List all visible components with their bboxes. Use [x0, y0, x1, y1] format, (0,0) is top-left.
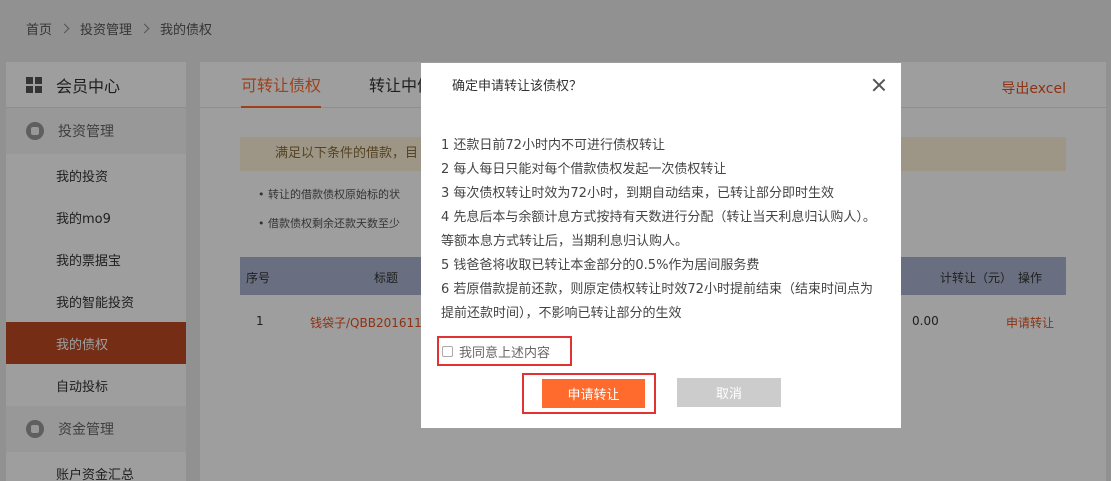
rule-item: 6 若原借款提前还款，则原定债权转让时效72小时提前结束（结束时间点为提前还款时… — [441, 282, 873, 321]
rule-item: 5 钱爸爸将收取已转让本金部分的0.5%作为居间服务费 — [441, 258, 760, 273]
agree-label[interactable]: 我同意上述内容 — [459, 342, 550, 361]
apply-transfer-button[interactable]: 申请转让 — [542, 379, 645, 408]
cancel-button[interactable]: 取消 — [677, 378, 781, 407]
rule-item: 2 每人每日只能对每个借款债权发起一次债权转让 — [441, 162, 727, 177]
close-icon[interactable] — [871, 77, 887, 93]
confirm-transfer-dialog: 确定申请转让该债权？ 1 还款日前72小时内不可进行债权转让 2 每人每日只能对… — [421, 63, 901, 428]
rule-item: 4 先息后本与余额计息方式按持有天数进行分配（转让当天利息归认购人）。等额本息方… — [441, 210, 876, 249]
rule-item: 3 每次债权转让时效为72小时，到期自动结束，已转让部分即时生效 — [441, 186, 834, 201]
agree-checkbox[interactable] — [442, 345, 453, 357]
agree-highlight: 我同意上述内容 — [437, 336, 572, 366]
rules-list: 1 还款日前72小时内不可进行债权转让 2 每人每日只能对每个借款债权发起一次债… — [441, 134, 881, 326]
apply-button-highlight: 申请转让 — [522, 373, 656, 414]
rule-item: 1 还款日前72小时内不可进行债权转让 — [441, 138, 665, 153]
dialog-title: 确定申请转让该债权？ — [452, 79, 583, 94]
